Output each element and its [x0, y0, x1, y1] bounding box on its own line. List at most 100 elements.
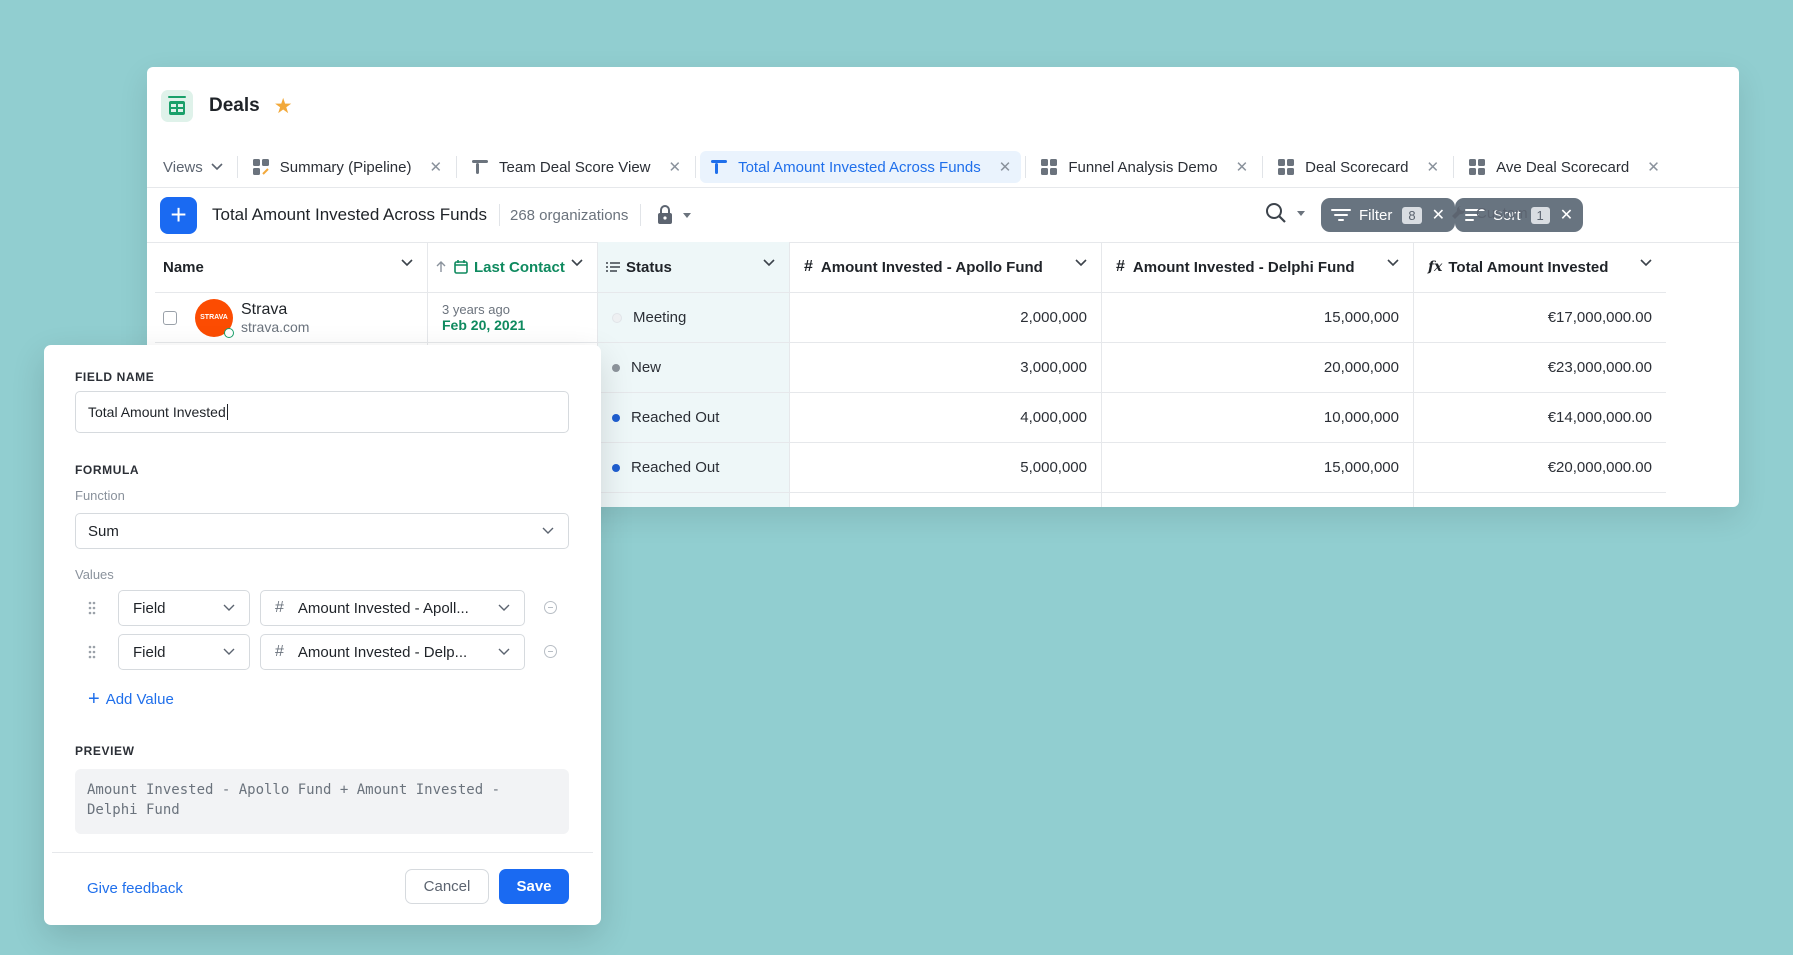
function-select[interactable]: Sum [75, 513, 569, 549]
save-button[interactable]: Save [499, 869, 569, 904]
clear-sort-icon[interactable]: ✕ [1560, 205, 1573, 225]
drag-handle-icon[interactable] [88, 601, 96, 615]
chevron-down-icon[interactable] [763, 259, 775, 267]
board-icon [1040, 158, 1058, 176]
favorite-star-icon[interactable]: ★ [274, 96, 293, 117]
table-row[interactable]: STRAVA Strava strava.com 3 years ago Feb… [155, 293, 1666, 343]
column-header-total[interactable]: fx Total Amount Invested [1414, 242, 1666, 292]
status-dot [612, 363, 620, 372]
tab-label: Total Amount Invested Across Funds [738, 158, 981, 176]
add-value-button[interactable]: + Add Value [88, 688, 174, 711]
plus-icon: + [88, 688, 100, 710]
filter-icon [1331, 209, 1351, 221]
drag-handle-icon[interactable] [88, 645, 96, 659]
status-cell[interactable]: Reached Out [598, 443, 790, 492]
status-cell[interactable]: New [598, 343, 790, 392]
close-icon[interactable]: ✕ [999, 158, 1012, 176]
search-button[interactable] [1265, 202, 1305, 224]
view-name: Total Amount Invested Across Funds [212, 205, 487, 224]
remove-value-icon[interactable] [544, 601, 557, 614]
logo-text: STRAVA [200, 314, 228, 321]
close-icon[interactable]: ✕ [1427, 158, 1440, 176]
number-icon: # [804, 258, 813, 275]
column-label: Last Contact [474, 258, 565, 276]
customize-label: Custom [1476, 204, 1528, 222]
tab-ave-deal-scorecard[interactable]: Ave Deal Scorecard ✕ [1458, 151, 1670, 183]
status-cell[interactable]: Meeting [598, 293, 790, 342]
delphi-cell[interactable]: 20,000,000 [1102, 343, 1414, 392]
total-cell[interactable]: €17,000,000.00 [1414, 293, 1666, 342]
column-label: Status [626, 258, 672, 276]
status-cell[interactable]: Reached Out [598, 393, 790, 442]
preview-line: Amount Invested - Apollo Fund + Amount I… [87, 782, 501, 798]
pin-icon [471, 158, 489, 176]
status-label: New [631, 359, 662, 376]
value-field: Amount Invested - Delp... [297, 643, 468, 661]
list-icon [606, 262, 620, 272]
value-type-select[interactable]: Field [118, 590, 250, 626]
caret-down-icon [683, 212, 692, 218]
chevron-down-icon[interactable] [1387, 259, 1399, 267]
close-icon[interactable]: ✕ [1236, 158, 1249, 176]
column-header-name[interactable]: Name [155, 242, 428, 292]
tab-team-deal-score-view[interactable]: Team Deal Score View ✕ [461, 151, 691, 183]
calendar-icon [454, 260, 468, 274]
close-icon[interactable]: ✕ [1647, 158, 1660, 176]
contact-date: Feb 20, 2021 [442, 317, 526, 333]
clear-filter-icon[interactable]: ✕ [1432, 205, 1445, 225]
total-cell[interactable]: €23,000,000.00 [1414, 343, 1666, 392]
status-dot [612, 463, 620, 472]
name-cell[interactable]: STRAVA Strava strava.com [155, 293, 428, 342]
apollo-cell[interactable]: 4,000,000 [790, 393, 1102, 442]
close-icon[interactable]: ✕ [429, 158, 442, 176]
value-field-select[interactable]: # Amount Invested - Apoll... [260, 590, 525, 626]
chevron-down-icon[interactable] [401, 259, 413, 267]
field-name-input[interactable]: Total Amount Invested [75, 391, 569, 433]
lock-dropdown[interactable] [657, 205, 692, 225]
lock-icon [658, 205, 673, 224]
tab-total-amount-invested[interactable]: Total Amount Invested Across Funds ✕ [700, 151, 1022, 183]
column-header-status[interactable]: Status [598, 242, 790, 292]
apollo-cell[interactable]: 2,000,000 [790, 293, 1102, 342]
chevron-down-icon [223, 648, 235, 655]
cancel-button[interactable]: Cancel [405, 869, 489, 904]
delphi-cell[interactable]: 10,000,000 [1102, 393, 1414, 442]
tab-summary-pipeline[interactable]: Summary (Pipeline) ✕ [242, 151, 452, 183]
chevron-down-icon[interactable] [1075, 259, 1087, 267]
board-icon [1468, 158, 1486, 176]
value-field-select[interactable]: # Amount Invested - Delp... [260, 634, 525, 670]
company-name[interactable]: Strava [241, 301, 309, 319]
last-contact-cell[interactable]: 3 years ago Feb 20, 2021 [428, 293, 598, 342]
column-header-delphi[interactable]: # Amount Invested - Delphi Fund [1102, 242, 1414, 292]
delphi-cell[interactable]: 15,000,000 [1102, 293, 1414, 342]
column-header-apollo[interactable]: # Amount Invested - Apollo Fund [790, 242, 1102, 292]
row-checkbox[interactable] [163, 310, 177, 325]
formula-preview: Amount Invested - Apollo Fund + Amount I… [75, 769, 569, 834]
value-type: Field [133, 643, 166, 661]
delphi-cell[interactable]: 15,000,000 [1102, 443, 1414, 492]
customize-button[interactable]: Custom [1450, 204, 1528, 222]
company-domain[interactable]: strava.com [241, 319, 309, 335]
filter-button[interactable]: Filter 8 ✕ [1321, 198, 1455, 232]
tab-funnel-analysis-demo[interactable]: Funnel Analysis Demo ✕ [1030, 151, 1258, 183]
tab-label: Team Deal Score View [499, 158, 651, 176]
give-feedback-link[interactable]: Give feedback [87, 880, 183, 897]
tab-deal-scorecard[interactable]: Deal Scorecard ✕ [1267, 151, 1449, 183]
column-header-last-contact[interactable]: Last Contact [428, 242, 598, 292]
total-cell[interactable]: €14,000,000.00 [1414, 393, 1666, 442]
value-type-select[interactable]: Field [118, 634, 250, 670]
add-record-button[interactable]: + [160, 196, 197, 234]
views-dropdown[interactable]: Views [147, 147, 237, 187]
chevron-down-icon[interactable] [571, 259, 583, 267]
values-label: Values [75, 567, 114, 582]
number-icon: # [275, 599, 284, 616]
apollo-cell[interactable]: 5,000,000 [790, 443, 1102, 492]
preview-label: PREVIEW [75, 744, 135, 758]
filter-count-badge: 8 [1402, 206, 1422, 224]
remove-value-icon[interactable] [544, 645, 557, 658]
chevron-down-icon[interactable] [1640, 259, 1652, 267]
apollo-cell[interactable]: 3,000,000 [790, 343, 1102, 392]
close-icon[interactable]: ✕ [669, 158, 682, 176]
add-value-label: Add Value [105, 691, 174, 708]
total-cell[interactable]: €20,000,000.00 [1414, 443, 1666, 492]
